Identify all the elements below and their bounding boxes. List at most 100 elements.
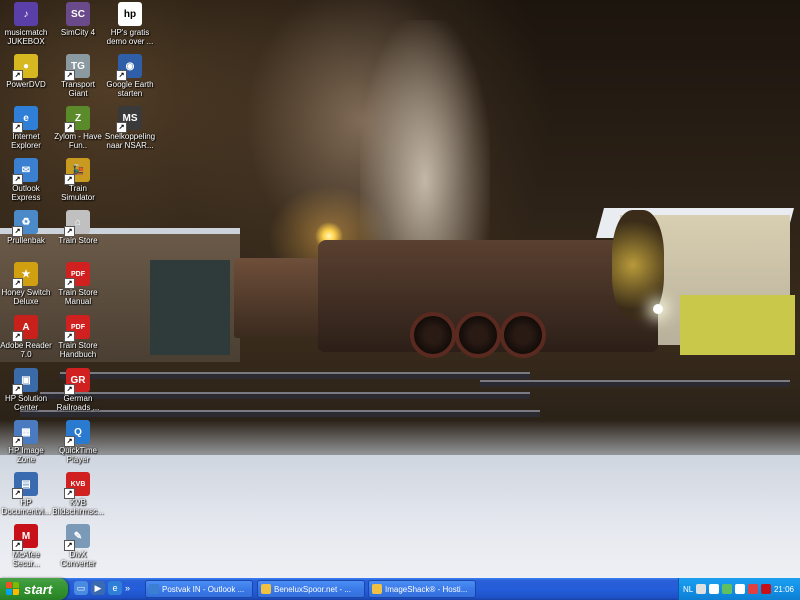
outlook-express-icon: ✉ [12,158,38,185]
desktop-icon[interactable]: MSSnelkoppeling naar NSAR... [104,106,156,150]
adobe-reader-icon: A [12,315,38,342]
wallpaper-locomotive-tender [234,258,324,338]
show-desktop-icon[interactable]: ▭ [74,581,88,595]
taskbar-window-label: Postvak IN - Outlook ... [162,584,245,594]
back-arrow-icon[interactable] [709,584,720,594]
desktop-icon-label: Train Store [58,236,98,245]
desktop-icon-label: DivX Converter [60,550,96,568]
windows-media-icon[interactable]: ▶ [91,581,105,595]
desktop-icon-label: Adobe Reader 7.0 [0,341,52,359]
volume-icon[interactable] [735,584,746,594]
desktop-icon[interactable]: hp HP's gratis demo over ... [104,2,156,46]
hp-demo-icon: hp [118,2,142,26]
security-icon[interactable] [748,584,759,594]
wallpaper-headlight [653,304,663,314]
desktop-icon[interactable]: ♻Prullenbak [0,210,52,245]
desktop-icon[interactable]: ◉Google Earth starten [104,54,156,98]
train-store-icon: ⌂ [64,210,90,237]
train-store-manual-icon: PDF [64,262,90,289]
desktop-icon[interactable]: MMcAfee Secur... [0,524,52,568]
wallpaper-snow [0,455,800,580]
windows-flag-icon [6,582,20,596]
desktop-icon[interactable]: ♪ musicmatch JUKEBOX [0,2,52,46]
desktop-icon-label: McAfee Secur... [12,550,40,568]
desktop-icon-label: PowerDVD [6,80,46,89]
desktop-icon[interactable]: GRGerman Railroads ... [52,368,104,412]
musicmatch-jukebox-icon: ♪ [14,2,38,26]
desktop-icon-label: KVB Bildschirmsc... [52,498,104,516]
desktop-icon-label: HP's gratis demo over ... [106,28,154,46]
desktop-icon[interactable]: ★Honey Switch Deluxe [0,262,52,306]
taskbar-window-label: BeneluxSpoor.net - ... [274,584,351,594]
taskbar-window-button[interactable]: BeneluxSpoor.net - ... [257,580,365,598]
desktop-icon[interactable]: PDFTrain Store Handbuch [52,315,104,359]
system-tray: NL 21:06 [678,578,800,600]
desktop-icon[interactable]: AAdobe Reader 7.0 [0,315,52,359]
network-icon[interactable] [722,584,733,594]
ie-quick-icon[interactable]: e [108,581,122,595]
wallpaper-steam [360,20,490,250]
desktop-icon[interactable]: ✎DivX Converter [52,524,104,568]
desktop-icon[interactable]: 🚂Train Simulator [52,158,104,202]
quick-launch-more-button[interactable]: » [125,583,133,593]
desktop-icon-label: musicmatch JUKEBOX [4,28,48,46]
desktop-icon-label: Honey Switch Deluxe [1,288,51,306]
desktop-icon[interactable]: ▤HP Documentvi... [0,472,52,516]
desktop-icon[interactable]: ▣HP Solution Center [0,368,52,412]
taskbar-window-button[interactable]: ImageShack® - Hosti... [368,580,476,598]
desktop-icon[interactable]: ●PowerDVD [0,54,52,89]
wallpaper-wheel [500,312,546,358]
taskbar: start ▭ ▶ e» Postvak IN - Outlook ... Benel… [0,578,800,600]
desktop-icon-label: Transport Giant [61,80,95,98]
desktop-icon-label: QuickTime Player [59,446,97,464]
desktop-icon-label: German Railroads ... [56,394,100,412]
taskbar-window-button[interactable]: Postvak IN - Outlook ... [145,580,253,598]
desktop-icon-label: Train Store Manual [58,288,98,306]
desktop-icon[interactable]: eInternet Explorer [0,106,52,150]
zylom-icon: Z [64,106,90,133]
desktop-icon-label: SimCity 4 [60,28,96,37]
train-simulator-icon: 🚂 [64,158,90,185]
desktop-icon-label: Train Store Handbuch [58,341,98,359]
tray-icons [693,584,772,594]
quicktime-icon: Q [64,420,90,447]
desktop-icon[interactable]: TGTransport Giant [52,54,104,98]
wallpaper-shed-door [150,260,230,355]
internet-explorer-icon: e [12,106,38,133]
desktop-icon[interactable]: KVBKVB Bildschirmsc... [52,472,104,516]
keyboard-icon[interactable] [696,584,707,594]
msts-shortcut-icon: MS [116,106,142,133]
outlook-task-icon [149,584,159,594]
desktop-icon[interactable]: SC SimCity 4 [52,2,104,37]
desktop-icon-label: Google Earth starten [106,80,154,98]
desktop-icon[interactable]: QQuickTime Player [52,420,104,464]
desktop-icon-label: HP Solution Center [4,394,48,412]
desktop-icon-label: Zylom - Have Fun.. [54,132,102,150]
start-label: start [24,581,53,597]
taskbar-window-label: ImageShack® - Hosti... [385,584,468,594]
wallpaper-track [40,392,530,399]
kvb-screensaver-icon: KVB [64,472,90,499]
clock[interactable]: 21:06 [774,585,794,594]
desktop-icon-label: HP Image Zone [8,446,44,464]
wallpaper-track [60,372,530,379]
desktop-icon-label: Outlook Express [11,184,41,202]
honey-switch-icon: ★ [12,262,38,289]
desktop-icon[interactable]: PDFTrain Store Manual [52,262,104,306]
ie-task-icon [372,584,382,594]
simcity-4-icon: SC [66,2,90,26]
powerdvd-icon: ● [12,54,38,81]
language-indicator[interactable]: NL [683,585,693,594]
desktop-icon-label: Snelkoppeling naar NSAR... [104,132,156,150]
mcafee-security-icon: M [12,524,38,551]
desktop-icon[interactable]: ⌂Train Store [52,210,104,245]
desktop-icon[interactable]: ✉Outlook Express [0,158,52,202]
desktop-icon[interactable]: ZZylom - Have Fun.. [52,106,104,150]
desktop-icon[interactable]: ▦HP Image Zone [0,420,52,464]
german-railroads-icon: GR [64,368,90,395]
quick-launch-bar: ▭ ▶ e» [74,581,133,595]
mcafee-tray-icon[interactable] [761,584,772,594]
start-button[interactable]: start [0,578,68,600]
desktop-icon-label: Internet Explorer [11,132,41,150]
desktop-icon-label: Prullenbak [7,236,45,245]
